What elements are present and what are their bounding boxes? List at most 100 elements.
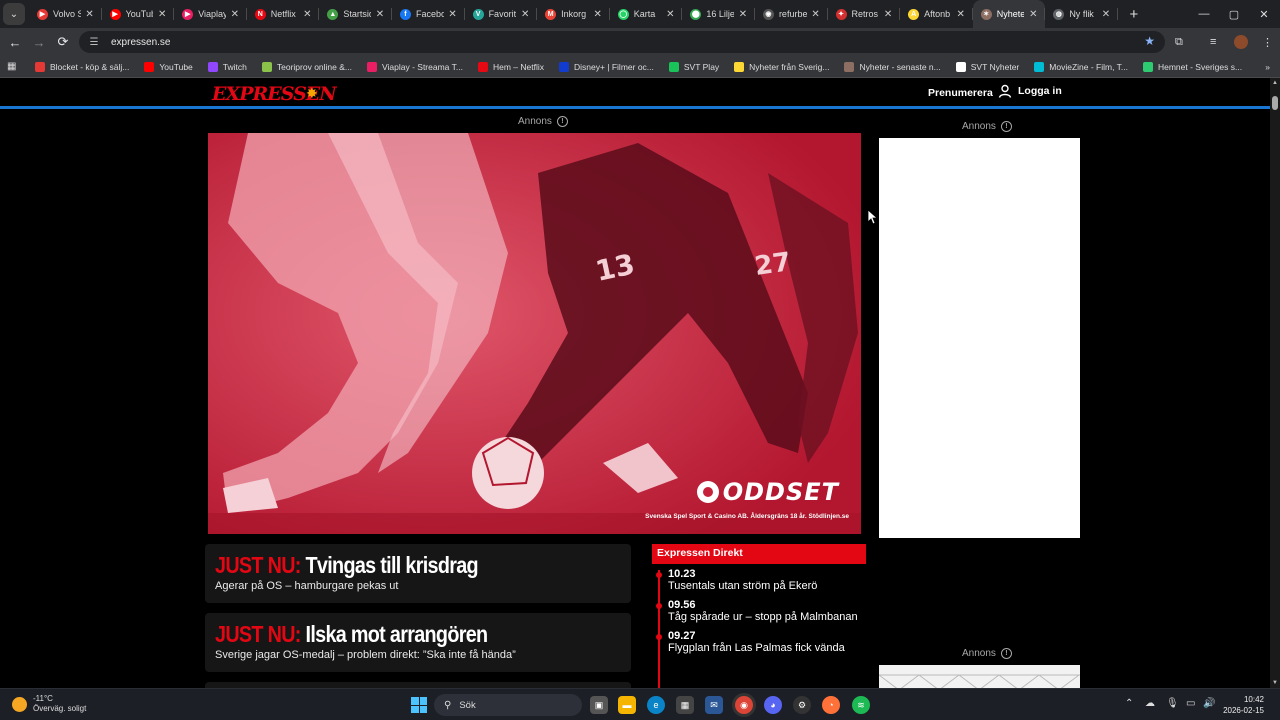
profile-avatar[interactable] — [1234, 28, 1248, 56]
tab-title[interactable]: Karta — [634, 9, 662, 19]
bookmark-item[interactable]: Nyheter - senaste n... — [844, 61, 941, 72]
new-tab-button[interactable]: + — [1124, 6, 1144, 23]
direkt-item[interactable]: 10.23 Tusentals utan ström på Ekerö — [656, 568, 866, 592]
story-title[interactable]: Tvingas till krisdrag — [306, 552, 479, 578]
tab-title[interactable]: Aftonb — [924, 9, 952, 19]
tab-title[interactable]: Retros — [852, 9, 880, 19]
login-label[interactable]: Logga in — [1018, 85, 1062, 97]
direkt-title[interactable]: Expressen Direkt — [652, 544, 866, 564]
tab-title[interactable]: Startsid — [343, 9, 371, 19]
url-text[interactable]: expressen.se — [111, 37, 170, 48]
bookmark-label[interactable]: Disney+ | Filmer oc... — [574, 62, 654, 72]
tab-title[interactable]: Inkorg — [561, 9, 589, 19]
tab-close-icon[interactable]: ✕ — [1100, 9, 1112, 20]
bookmark-label[interactable]: Twitch — [223, 62, 247, 72]
tab-close-icon[interactable]: ✕ — [810, 9, 822, 20]
bookmark-label[interactable]: Teoriprov online &... — [277, 62, 352, 72]
reload-button[interactable]: ⟳ — [51, 34, 75, 50]
scroll-up-icon[interactable]: ▲ — [1271, 80, 1279, 86]
tab-title[interactable]: Ny flik — [1069, 9, 1097, 19]
site-info-icon[interactable]: ☰ — [87, 35, 101, 49]
microphone-icon[interactable]: 🎙 — [1166, 698, 1179, 709]
bookmark-label[interactable]: YouTube — [159, 62, 192, 72]
media-control-icon[interactable]: ≡ — [1210, 28, 1216, 56]
bookmark-label[interactable]: Blocket - köp & sälj... — [50, 62, 129, 72]
bookmark-label[interactable]: Hemnet - Sveriges s... — [1158, 62, 1242, 72]
volume-icon[interactable]: 🔊 — [1203, 698, 1215, 709]
news-story-card[interactable]: JUST NU: Tvingas till krisdrag Agerar på… — [205, 544, 631, 603]
browser-menu-icon[interactable]: ⋮ — [1262, 28, 1273, 56]
bookmark-label[interactable]: Nyheter från Sverig... — [749, 62, 829, 72]
bookmark-star-icon[interactable]: ★ — [1144, 34, 1155, 48]
tray-overflow-icon[interactable]: ⌃ — [1125, 698, 1133, 709]
firefox-icon[interactable]: ◔ — [822, 696, 840, 714]
ad-info-icon[interactable]: ! — [1000, 121, 1012, 132]
story-headline[interactable]: JUST NU: Ilska mot arrangören — [215, 621, 564, 647]
tab-close-icon[interactable]: ✕ — [519, 9, 531, 20]
browser-tab[interactable]: ⬤ 16 Lilje ✕ — [682, 0, 755, 28]
direkt-item[interactable]: 09.56 Tåg spårade ur – stopp på Malmbanan — [656, 599, 866, 623]
network-icon[interactable]: ▭ — [1186, 698, 1195, 709]
mail-icon[interactable]: ✉ — [705, 696, 723, 714]
browser-tab[interactable]: ✶ Nyhete ✕ — [972, 0, 1046, 28]
page-scrollbar[interactable]: ▲ ▼ — [1270, 78, 1280, 688]
tab-title[interactable]: refurbe — [779, 9, 807, 19]
apps-grid-icon[interactable]: ▦ — [7, 61, 21, 72]
onedrive-icon[interactable]: ☁ — [1145, 698, 1155, 709]
tab-title[interactable]: Netflix — [271, 9, 299, 19]
start-button[interactable] — [411, 697, 427, 713]
bookmark-item[interactable]: Teoriprov online &... — [261, 61, 352, 72]
browser-tab[interactable]: ▶ Volvo S ✕ — [29, 0, 102, 28]
forward-button[interactable]: → — [27, 35, 51, 50]
extensions-icon[interactable]: ⧉ — [1175, 28, 1183, 56]
bookmark-item[interactable]: Hem – Netflix — [477, 61, 544, 72]
tab-close-icon[interactable]: ✕ — [1027, 9, 1039, 20]
tab-title[interactable]: Facebo — [416, 9, 444, 19]
tab-close-icon[interactable]: ✕ — [301, 9, 313, 20]
bookmark-label[interactable]: SVT Play — [684, 62, 719, 72]
steam-icon[interactable]: ⚙ — [793, 696, 811, 714]
direkt-headline[interactable]: Flygplan från Las Palmas fick vända — [668, 642, 866, 654]
scrollbar-thumb[interactable] — [1272, 96, 1278, 110]
bookmark-label[interactable]: SVT Nyheter — [971, 62, 1020, 72]
story-title[interactable]: Ilska mot arrangören — [306, 621, 489, 647]
browser-tab[interactable]: ▲ Startsid ✕ — [319, 0, 392, 28]
more-bookmarks-icon[interactable]: » — [1265, 62, 1270, 72]
tab-close-icon[interactable]: ✕ — [592, 9, 604, 20]
discord-icon[interactable]: ◕ — [764, 696, 782, 714]
direkt-item[interactable]: 09.27 Flygplan från Las Palmas fick vända — [656, 630, 866, 654]
side-ad-slot-2[interactable] — [879, 665, 1080, 688]
direkt-headline[interactable]: Tusentals utan ström på Ekerö — [668, 580, 866, 592]
browser-tab[interactable]: ◍ Ny flik ✕ — [1045, 0, 1118, 28]
scroll-down-icon[interactable]: ▼ — [1271, 680, 1279, 686]
tab-close-icon[interactable]: ✕ — [156, 9, 168, 20]
tab-search-button[interactable]: ⌄ — [3, 3, 25, 25]
browser-tab[interactable]: ▶ YouTub ✕ — [102, 0, 175, 28]
story-headline[interactable]: JUST NU: Tvingas till krisdrag — [215, 552, 564, 578]
tab-close-icon[interactable]: ✕ — [374, 9, 386, 20]
bookmark-item[interactable]: YouTube — [144, 61, 193, 72]
login-link[interactable]: Logga in — [998, 84, 1062, 98]
minimize-button[interactable]: — — [1188, 0, 1220, 28]
store-icon[interactable]: ▦ — [676, 696, 694, 714]
story-subtitle[interactable]: Agerar på OS – hamburgare pekas ut — [215, 580, 621, 592]
taskbar-search[interactable]: ⚲ Sök — [434, 694, 582, 716]
maximize-button[interactable]: ▢ — [1218, 0, 1250, 28]
browser-tab[interactable]: A Aftonb ✕ — [900, 0, 973, 28]
bookmark-label[interactable]: Hem – Netflix — [493, 62, 544, 72]
system-clock[interactable]: 10:42 2026-02-15 — [1222, 694, 1264, 716]
bookmark-label[interactable]: MovieZine - Film, T... — [1049, 62, 1128, 72]
tab-title[interactable]: Nyhete — [997, 9, 1025, 19]
subscribe-link[interactable]: Prenumerera — [928, 87, 993, 99]
tab-close-icon[interactable]: ✕ — [955, 9, 967, 20]
tab-close-icon[interactable]: ✕ — [447, 9, 459, 20]
tab-title[interactable]: YouTub — [126, 9, 154, 19]
side-ad-slot[interactable] — [879, 138, 1080, 538]
tab-title[interactable]: 16 Lilje — [706, 9, 734, 19]
browser-tab[interactable]: V Favorit ✕ — [465, 0, 538, 28]
tab-close-icon[interactable]: ✕ — [84, 9, 96, 20]
bookmark-item[interactable]: Nyheter från Sverig... — [734, 61, 829, 72]
back-button[interactable]: ← — [3, 35, 27, 50]
browser-tab[interactable]: ◉ refurbe ✕ — [755, 0, 828, 28]
tab-title[interactable]: Viaplay — [198, 9, 226, 19]
